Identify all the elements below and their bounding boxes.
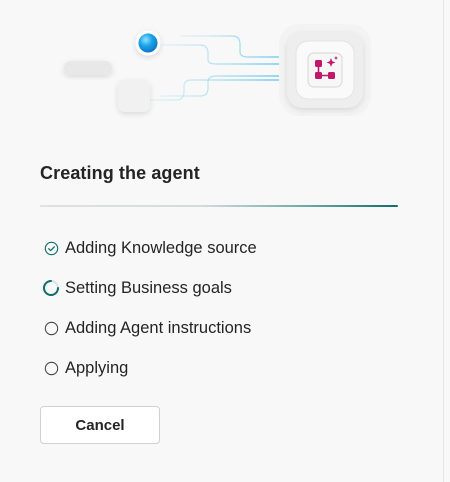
step-list: Adding Knowledge source Setting Business… [40, 228, 257, 388]
hero-illustration [64, 24, 371, 116]
step-label: Applying [65, 358, 129, 377]
step-label: Adding Agent instructions [65, 318, 252, 337]
step-adding-agent-instructions: Adding Agent instructions [40, 308, 257, 348]
agent-app-tile [279, 24, 371, 116]
step-label: Setting Business goals [65, 278, 232, 297]
step-adding-knowledge-source: Adding Knowledge source [40, 228, 257, 268]
step-label: Adding Knowledge source [65, 238, 257, 257]
cancel-button[interactable]: Cancel [40, 406, 160, 444]
check-circle-icon [42, 239, 60, 257]
create-agent-panel: Creating the agent Adding Knowledge sour… [0, 0, 450, 482]
empty-circle-icon [42, 319, 60, 337]
pill-shape [64, 61, 112, 75]
dialog-title: Creating the agent [40, 163, 200, 183]
small-square-shape [118, 80, 150, 112]
empty-circle-icon [42, 359, 60, 377]
progress-bar [40, 205, 398, 207]
step-setting-business-goals: Setting Business goals [40, 268, 257, 308]
blue-orb [135, 30, 161, 56]
spinner-icon [42, 279, 60, 297]
step-applying: Applying [40, 348, 257, 388]
